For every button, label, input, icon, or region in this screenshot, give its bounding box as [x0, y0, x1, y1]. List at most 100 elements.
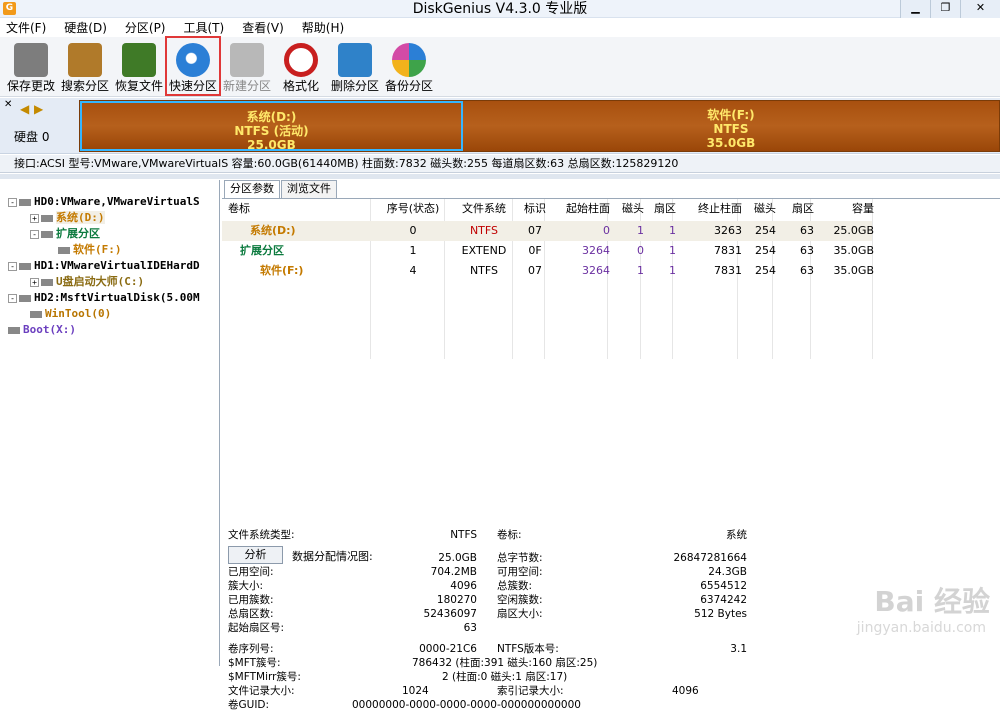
table-cell-sec1: 1 [669, 244, 676, 257]
detail-text: 00000000-0000-0000-0000-000000000000 [352, 699, 581, 711]
expand-icon[interactable]: + [30, 278, 39, 287]
toolbar-button[interactable]: 快速分区 [165, 36, 221, 96]
tree-node[interactable]: + U盘启动大师(C:) [30, 274, 144, 289]
restore-button[interactable]: ❐ [930, 0, 960, 18]
menu-item[interactable]: 分区(P) [125, 19, 166, 37]
menu-item[interactable]: 帮助(H) [302, 19, 344, 37]
detail-text: 26847281664 [673, 552, 748, 564]
tree-node-label: HD2:MsftVirtualDisk(5.00M [34, 291, 200, 304]
delete-icon [338, 43, 372, 77]
detail-text: $MFT簇号: [228, 657, 281, 669]
menu-item[interactable]: 查看(V) [242, 19, 284, 37]
table-cell-head2: 254 [755, 244, 776, 257]
column-header[interactable]: 起始柱面 [552, 199, 610, 219]
prev-disk-icon[interactable]: ◀ [20, 102, 29, 116]
table-row[interactable]: 系统(D:) 0 NTFS 07 0 1 1 3263 254 63 25.0GB [222, 221, 874, 241]
column-header[interactable]: 终止柱面 [680, 199, 742, 219]
table-row[interactable]: 软件(F:) 4 NTFS 07 3264 1 1 7831 254 63 35.0GB [222, 261, 874, 281]
tree-node-label: U盘启动大师(C:) [56, 275, 145, 288]
tree-node[interactable]: - HD1:VMwareVirtualIDEHardD [8, 258, 200, 273]
expand-icon[interactable]: - [8, 262, 17, 271]
tab[interactable]: 浏览文件 [281, 180, 337, 198]
detail-text: 25.0GB [438, 552, 477, 564]
detail-text: 24.3GB [708, 566, 747, 578]
toolbar-button[interactable]: 删除分区 [328, 37, 382, 95]
disk-icon [58, 246, 70, 254]
tree-node[interactable]: - HD0:VMware,VMwareVirtualS [8, 194, 200, 209]
menu-item[interactable]: 硬盘(D) [64, 19, 107, 37]
column-header[interactable]: 磁头 [748, 199, 776, 219]
next-disk-icon[interactable]: ▶ [34, 102, 43, 116]
tree-node[interactable]: Boot(X:) [8, 322, 76, 337]
detail-text: 2 (柱面:0 磁头:1 扇区:17) [442, 671, 568, 683]
toolbar-button[interactable]: 备份分区 [382, 37, 436, 95]
menu-item[interactable]: 文件(F) [6, 19, 46, 37]
detail-text: 系统 [726, 529, 747, 541]
column-header[interactable]: 卷标 [228, 199, 376, 219]
tree-node[interactable]: WinTool(0) [30, 306, 111, 321]
tree-node-label: 软件(F:) [73, 243, 122, 256]
analyze-button[interactable]: 分析 [228, 546, 283, 564]
table-cell-start-cyl: 3264 [582, 244, 610, 257]
table-cell-id: 0F [528, 244, 542, 257]
column-header[interactable]: 文件系统 [453, 199, 515, 219]
partition-size: 35.0GB [706, 136, 756, 150]
column-header[interactable]: 容量 [818, 199, 874, 219]
close-button[interactable]: ✕ [960, 0, 1000, 18]
tree-node[interactable]: 软件(F:) [58, 242, 122, 257]
detail-text: 63 [463, 622, 477, 634]
close-panel-icon[interactable]: ✕ [4, 99, 12, 110]
table-cell-head2: 254 [755, 264, 776, 277]
toolbar: 保存更改 搜索分区 恢复文件 快速分区 新建分区 格式化 删除分区 备份分区 [0, 36, 1000, 97]
partition-fs: NTFS (活动) [234, 124, 309, 138]
minimize-button[interactable]: ▁ [900, 0, 930, 18]
tree-node[interactable]: + 系统(D:) [30, 210, 105, 225]
detail-text: 6554512 [700, 580, 747, 592]
disk-icon [30, 310, 42, 318]
menu-item[interactable]: 工具(T) [184, 19, 225, 37]
partition-size: 25.0GB [247, 138, 296, 152]
toolbar-button-label: 格式化 [282, 79, 319, 93]
toolbar-button[interactable]: 保存更改 [4, 37, 58, 95]
tree-node[interactable]: - 扩展分区 [30, 226, 100, 241]
column-header[interactable]: 扇区 [780, 199, 814, 219]
column-header[interactable]: 序号(状态) [378, 199, 448, 219]
toolbar-button-label: 删除分区 [330, 79, 379, 93]
table-cell-sec2: 63 [800, 264, 814, 277]
expand-icon[interactable]: - [8, 198, 17, 207]
table-cell-label: 扩展分区 [240, 244, 284, 257]
tab[interactable]: 分区参数 [224, 180, 280, 199]
table-row[interactable]: 扩展分区 1 EXTEND 0F 3264 0 1 7831 254 63 35.0GB [222, 241, 874, 261]
toolbar-button[interactable]: 搜索分区 [58, 37, 112, 95]
table-cell-seq: 1 [409, 244, 417, 257]
expand-icon[interactable]: - [8, 294, 17, 303]
detail-text: 512 Bytes [694, 608, 747, 620]
disk-quick-icon [176, 43, 210, 77]
column-header[interactable]: 标识 [520, 199, 550, 219]
expand-icon[interactable]: - [30, 230, 39, 239]
tree-node-label: 扩展分区 [56, 227, 100, 240]
partition-segment[interactable]: 软件(F:) NTFS 35.0GB [462, 101, 999, 151]
toolbar-button-label: 新建分区 [222, 79, 271, 93]
column-header[interactable]: 扇区 [648, 199, 676, 219]
detail-text: NTFS [450, 529, 477, 541]
table-cell-fs: EXTEND [461, 244, 507, 257]
detail-text: 索引记录大小: [497, 685, 564, 697]
table-cell-seq: 4 [409, 264, 417, 277]
tree-node[interactable]: - HD2:MsftVirtualDisk(5.00M [8, 290, 200, 305]
format-icon [284, 43, 318, 77]
column-header[interactable]: 磁头 [616, 199, 644, 219]
expand-icon[interactable]: + [30, 214, 39, 223]
toolbar-button[interactable]: 恢复文件 [112, 37, 166, 95]
detail-text: 786432 (柱面:391 磁头:160 扇区:25) [412, 657, 598, 669]
toolbar-button[interactable]: 格式化 [274, 37, 328, 95]
partition-bar: 系统(D:) NTFS (活动) 25.0GB 软件(F:) NTFS 35.0GB [79, 100, 1000, 152]
detail-text: 4096 [672, 685, 699, 697]
toolbar-button[interactable]: 新建分区 [220, 37, 274, 95]
backup-pie-icon [392, 43, 426, 77]
table-cell-sec1: 1 [669, 264, 676, 277]
partition-segment[interactable]: 系统(D:) NTFS (活动) 25.0GB [80, 101, 463, 152]
splitter [0, 174, 1000, 179]
toolbar-button-label: 恢复文件 [114, 79, 163, 93]
box-restore-icon [122, 43, 156, 77]
